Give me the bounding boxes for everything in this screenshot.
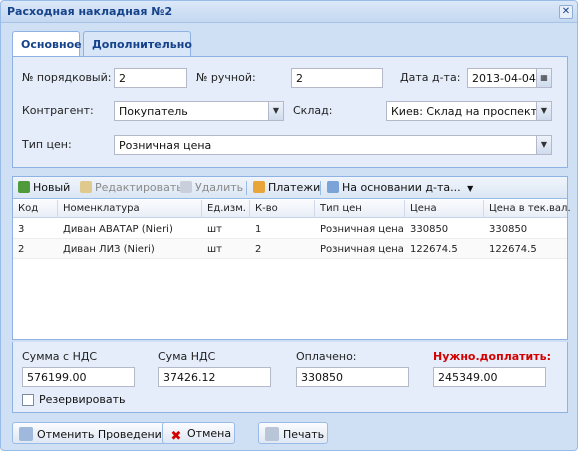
cancel-posting-label: Отменить Проведение	[37, 428, 169, 441]
document-icon	[19, 427, 33, 441]
cancel-button[interactable]: ✖ Отмена	[162, 422, 235, 444]
grid-toolbar: Новый Редактировать Удалить Платежи На о…	[13, 177, 567, 199]
delete-label: Удалить	[195, 181, 244, 194]
close-icon[interactable]: ✕	[559, 5, 573, 19]
grid-header: Код Номенклатура Ед.изм. К-во Тип цен Це…	[13, 200, 571, 218]
delete-button[interactable]: Удалить	[180, 181, 243, 196]
totals-panel: Сумма с НДС 576199.00 Сума НДС 37426.12 …	[12, 342, 568, 413]
delete-icon	[180, 181, 192, 193]
reserve-label: Резервировать	[39, 393, 126, 406]
date-field[interactable]: 2013-04-04 ▦	[467, 68, 552, 88]
column-divider	[314, 200, 315, 218]
window-title: Расходная накладная №2	[7, 5, 173, 18]
column-header-price-current[interactable]: Цена в тек.вал.	[489, 203, 571, 214]
cancel-posting-button[interactable]: Отменить Проведение	[12, 422, 176, 444]
cancel-label: Отмена	[187, 427, 232, 440]
chevron-down-icon[interactable]: ▼	[536, 136, 551, 154]
cell-item: Диван ЛИЗ (Nieri)	[63, 244, 155, 255]
document-window: Расходная накладная №2 ✕ Основное Дополн…	[0, 0, 578, 451]
items-grid-panel: Новый Редактировать Удалить Платежи На о…	[12, 176, 571, 340]
tab-additional[interactable]: Дополнительно	[83, 31, 192, 56]
chevron-down-icon: ▼	[467, 184, 474, 193]
column-divider	[404, 200, 405, 218]
due-label: Нужно.доплатить:	[433, 350, 551, 363]
edit-button[interactable]: Редактировать	[80, 181, 183, 196]
reserve-checkbox[interactable]	[22, 394, 34, 406]
warehouse-label: Склад:	[293, 104, 333, 117]
cell-item: Диван АВАТАР (Nieri)	[63, 224, 173, 235]
printer-icon	[265, 427, 279, 441]
column-header-code[interactable]: Код	[18, 203, 38, 214]
chevron-down-icon[interactable]: ▼	[536, 102, 551, 120]
column-divider	[483, 200, 484, 218]
cell-code: 2	[18, 244, 25, 255]
cell-price-current: 122674.5	[489, 244, 537, 255]
cell-price-current: 330850	[489, 224, 528, 235]
column-header-price-type[interactable]: Тип цен	[320, 203, 362, 214]
column-divider	[201, 200, 202, 218]
warehouse-value: Киев: Склад на проспекте N	[391, 105, 552, 118]
add-icon	[18, 181, 30, 193]
toolbar-separator	[320, 181, 321, 195]
vat-label: Сума НДС	[158, 350, 216, 363]
column-divider	[249, 200, 250, 218]
new-button[interactable]: Новый	[18, 181, 70, 196]
close-icon: ✖	[170, 429, 182, 444]
tab-main[interactable]: Основное	[12, 31, 82, 58]
based-on-label: На основании д-та...	[342, 181, 461, 194]
seq-number-label: № порядковый:	[22, 71, 112, 84]
column-header-qty[interactable]: К-во	[255, 203, 278, 214]
cell-qty: 2	[255, 244, 262, 255]
cell-unit: шт	[207, 224, 222, 235]
contractor-label: Контрагент:	[22, 104, 94, 117]
contractor-value: Покупатель	[119, 105, 188, 118]
contractor-combo[interactable]: Покупатель ▼	[114, 101, 284, 121]
column-divider	[57, 200, 58, 218]
warehouse-combo[interactable]: Киев: Склад на проспекте N ▼	[386, 101, 552, 121]
title-bar[interactable]: Расходная накладная №2 ✕	[1, 1, 577, 23]
based-on-button[interactable]: На основании д-та... ▼	[327, 181, 473, 196]
cell-unit: шт	[207, 244, 222, 255]
edit-icon	[80, 181, 92, 193]
cell-price: 122674.5	[410, 244, 458, 255]
cell-qty: 1	[255, 224, 262, 235]
seq-number-field[interactable]: 2	[114, 68, 187, 88]
date-value: 2013-04-04	[472, 72, 536, 85]
table-row[interactable]: 2 Диван ЛИЗ (Nieri) шт 2 Розничная цена …	[13, 239, 567, 259]
date-label: Дата д-та:	[400, 71, 461, 84]
manual-number-field[interactable]: 2	[291, 68, 383, 88]
due-field[interactable]: 245349.00	[433, 367, 546, 387]
toolbar-separator	[246, 181, 247, 195]
money-icon	[253, 181, 265, 193]
print-button[interactable]: Печать	[258, 422, 328, 444]
print-label: Печать	[283, 428, 325, 441]
cell-price-type: Розничная цена	[320, 224, 404, 235]
document-icon	[327, 181, 339, 193]
column-header-price[interactable]: Цена	[410, 203, 437, 214]
column-header-unit[interactable]: Ед.изм.	[207, 203, 246, 214]
chevron-down-icon[interactable]: ▼	[268, 102, 283, 120]
price-type-value: Розничная цена	[119, 139, 212, 152]
cell-code: 3	[18, 224, 25, 235]
column-header-item[interactable]: Номенклатура	[63, 203, 140, 214]
sum-vat-field[interactable]: 576199.00	[22, 367, 135, 387]
vat-field[interactable]: 37426.12	[158, 367, 271, 387]
cell-price-type: Розничная цена	[320, 244, 404, 255]
main-form: № порядковый: 2 № ручной: 2 Дата д-та: 2…	[12, 56, 568, 168]
manual-number-label: № ручной:	[196, 71, 256, 84]
new-label: Новый	[33, 181, 71, 194]
payments-button[interactable]: Платежи	[253, 181, 320, 196]
table-row[interactable]: 3 Диван АВАТАР (Nieri) шт 1 Розничная це…	[13, 219, 567, 239]
sum-vat-label: Сумма с НДС	[22, 350, 98, 363]
price-type-label: Тип цен:	[22, 138, 72, 151]
payments-label: Платежи	[268, 181, 321, 194]
paid-field[interactable]: 330850	[296, 367, 409, 387]
paid-label: Оплачено:	[296, 350, 357, 363]
price-type-combo[interactable]: Розничная цена ▼	[114, 135, 552, 155]
cell-price: 330850	[410, 224, 449, 235]
edit-label: Редактировать	[95, 181, 183, 194]
calendar-icon[interactable]: ▦	[536, 69, 551, 87]
